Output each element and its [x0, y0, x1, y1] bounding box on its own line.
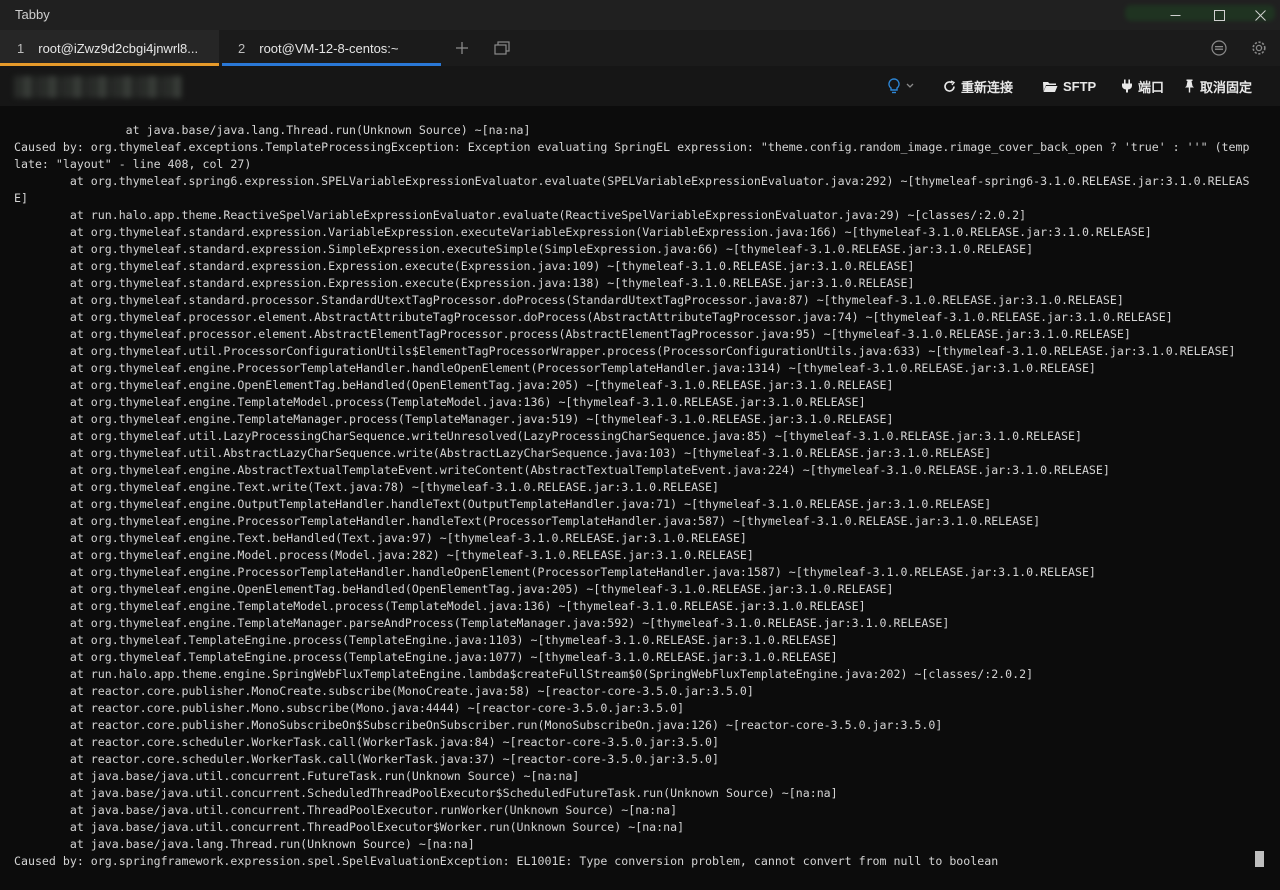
terminal-line: at org.thymeleaf.TemplateEngine.process(… — [14, 650, 838, 664]
terminal-line: at org.thymeleaf.engine.OpenElementTag.b… — [14, 582, 894, 596]
close-icon — [1254, 9, 1266, 21]
unpin-label: 取消固定 — [1200, 79, 1253, 95]
terminal-line: at org.thymeleaf.TemplateEngine.process(… — [14, 633, 838, 647]
terminal-line: at org.thymeleaf.standard.expression.Sim… — [14, 242, 1034, 256]
terminal-line: at reactor.core.publisher.Mono.subscribe… — [14, 701, 685, 715]
plus-icon — [456, 42, 468, 54]
terminal-line: at org.thymeleaf.engine.AbstractTextualT… — [14, 463, 1110, 477]
tab-session-1[interactable]: 1 root@iZwz9d2cbgi4jnwrl8... — [0, 30, 219, 66]
sftp-button[interactable]: SFTP — [1042, 74, 1096, 98]
gear-icon — [1252, 41, 1266, 55]
tab-title: root@iZwz9d2cbgi4jnwrl8... — [38, 40, 199, 56]
window-titlebar: Tabby — [0, 0, 1280, 30]
terminal-line: at reactor.core.scheduler.WorkerTask.cal… — [14, 752, 719, 766]
terminal-line: late: "layout" - line 408, col 27) — [14, 157, 252, 171]
new-tab-button[interactable] — [450, 38, 474, 58]
folder-open-icon — [1043, 81, 1058, 92]
terminal-line: at reactor.core.publisher.MonoSubscribeO… — [14, 718, 943, 732]
maximize-icon — [1213, 9, 1225, 21]
terminal-line: at org.thymeleaf.standard.expression.Exp… — [14, 259, 915, 273]
unpin-button[interactable]: 取消固定 — [1184, 74, 1252, 98]
reconnect-label: 重新连接 — [961, 79, 1014, 95]
terminal-line: E] — [14, 191, 28, 205]
terminal-line: at org.thymeleaf.engine.OutputTemplateHa… — [14, 497, 992, 511]
terminal-line: at java.base/java.util.concurrent.Future… — [14, 769, 580, 783]
terminal-line: Caused by: org.thymeleaf.exceptions.Temp… — [14, 140, 1250, 154]
lightbulb-icon — [888, 78, 900, 94]
terminal-line: at java.base/java.lang.Thread.run(Unknow… — [14, 837, 475, 851]
terminal-scrollbar-thumb[interactable] — [1255, 851, 1264, 867]
terminal-line: at org.thymeleaf.standard.expression.Exp… — [14, 276, 915, 290]
pin-icon — [1185, 79, 1194, 93]
tab-bar: 1 root@iZwz9d2cbgi4jnwrl8... 2 root@VM-1… — [0, 30, 1280, 66]
reconnect-button[interactable]: 重新连接 — [943, 74, 1013, 98]
terminal-line: at org.thymeleaf.engine.Text.beHandled(T… — [14, 531, 747, 545]
refresh-icon — [944, 79, 956, 92]
keyboard-button[interactable] — [1207, 38, 1231, 58]
terminal-line: at org.thymeleaf.engine.ProcessorTemplat… — [14, 514, 1041, 528]
terminal-line: at org.thymeleaf.standard.processor.Stan… — [14, 293, 1124, 307]
terminal-line: at java.base/java.util.concurrent.Thread… — [14, 820, 685, 834]
chevron-down-icon — [906, 83, 914, 88]
ports-button[interactable]: 端口 — [1121, 74, 1164, 98]
plug-icon — [1122, 79, 1132, 93]
keyboard-icon — [1211, 40, 1227, 56]
terminal-line: at org.thymeleaf.engine.Model.process(Mo… — [14, 548, 754, 562]
terminal-line: at org.thymeleaf.processor.element.Abstr… — [14, 310, 1173, 324]
terminal-line: at java.base/java.util.concurrent.Schedu… — [14, 786, 838, 800]
ports-label: 端口 — [1138, 79, 1165, 95]
terminal-line: at org.thymeleaf.util.AbstractLazyCharSe… — [14, 446, 992, 460]
sftp-label: SFTP — [1063, 78, 1097, 94]
tab-number: 1 — [17, 40, 25, 56]
terminal-line: at run.halo.app.theme.engine.SpringWebFl… — [14, 667, 1034, 681]
terminal-line: at org.thymeleaf.engine.ProcessorTemplat… — [14, 361, 1096, 375]
app-title: Tabby — [15, 7, 50, 22]
terminal-line: at org.thymeleaf.util.LazyProcessingChar… — [14, 429, 1082, 443]
terminal-line: at java.base/java.util.concurrent.Thread… — [14, 803, 678, 817]
terminal-line: at run.halo.app.theme.ReactiveSpelVariab… — [14, 208, 1027, 222]
minimize-button[interactable] — [1155, 3, 1195, 27]
minimize-icon — [1170, 14, 1180, 16]
settings-button[interactable] — [1247, 38, 1271, 58]
profiles-button[interactable] — [490, 38, 514, 58]
terminal-line: at org.thymeleaf.processor.element.Abstr… — [14, 327, 1131, 341]
maximize-button[interactable] — [1199, 3, 1239, 27]
terminal-line: at org.thymeleaf.engine.TemplateManager.… — [14, 616, 950, 630]
terminal-line: at org.thymeleaf.util.ProcessorConfigura… — [14, 344, 1236, 358]
tab-number: 2 — [238, 40, 246, 56]
tab-session-2[interactable]: 2 root@VM-12-8-centos:~ — [222, 30, 441, 66]
terminal-line: at org.thymeleaf.engine.ProcessorTemplat… — [14, 565, 1096, 579]
windows-icon — [494, 41, 510, 55]
terminal-line: at org.thymeleaf.standard.expression.Var… — [14, 225, 1152, 239]
terminal-line: at org.thymeleaf.engine.TemplateManager.… — [14, 412, 894, 426]
terminal-line: at java.base/java.lang.Thread.run(Unknow… — [14, 123, 531, 137]
theme-toggle-button[interactable] — [887, 74, 919, 98]
terminal-line: at reactor.core.scheduler.WorkerTask.cal… — [14, 735, 719, 749]
tab-title: root@VM-12-8-centos:~ — [259, 40, 399, 56]
terminal-line: at org.thymeleaf.engine.TemplateModel.pr… — [14, 599, 866, 613]
terminal-line: at org.thymeleaf.engine.TemplateModel.pr… — [14, 395, 866, 409]
blurred-host-label — [14, 76, 182, 98]
terminal-line: at reactor.core.publisher.MonoCreate.sub… — [14, 684, 754, 698]
terminal-line: at org.thymeleaf.spring6.expression.SPEL… — [14, 174, 1250, 188]
terminal-line: at org.thymeleaf.engine.OpenElementTag.b… — [14, 378, 894, 392]
terminal-line: at org.thymeleaf.engine.Text.write(Text.… — [14, 480, 719, 494]
close-button[interactable] — [1240, 3, 1280, 27]
terminal-line: Caused by: org.springframework.expressio… — [14, 854, 999, 868]
